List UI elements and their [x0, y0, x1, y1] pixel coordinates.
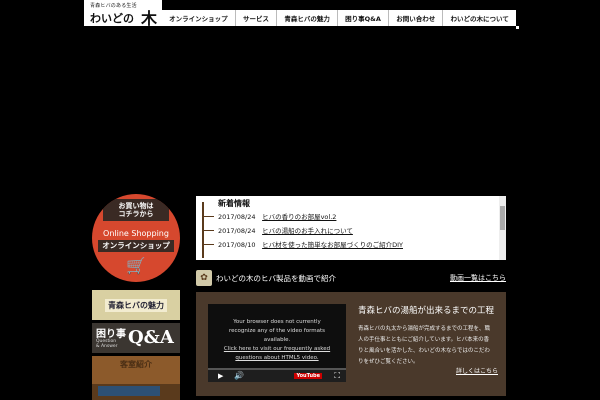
hiba-banner-label: 青森ヒバの魅力 [105, 298, 167, 312]
news-panel: 新着情報 2017/08/24 ヒバの香りのお部屋vol.2 2017/08/2… [196, 196, 506, 260]
shop-banner-jp: オンラインショップ [98, 240, 174, 252]
hiba-appeal-banner[interactable]: 青森ヒバの魅力 [92, 290, 180, 320]
nav-hiba-appeal[interactable]: 青森ヒバの魅力 [276, 10, 337, 26]
nav-qa[interactable]: 困り事Q&A [336, 10, 388, 26]
qa-banner[interactable]: 困り事 Question & Answer Q&A [92, 323, 180, 353]
news-item: 2017/08/24 ヒバの湯船のお手入れについて [218, 225, 353, 235]
shop-banner-header: お買い物は コチラから [103, 199, 169, 221]
nav-contact[interactable]: お問い合わせ [388, 10, 442, 26]
cart-icon: 🛒 [126, 256, 146, 275]
qa-banner-sub: Question & Answer [96, 339, 118, 349]
play-icon[interactable]: ▶ [218, 372, 223, 380]
global-nav: オンラインショップ サービス 青森ヒバの魅力 困り事Q&A お問い合わせ わいど… [162, 10, 516, 26]
video-list-link[interactable]: 動画一覧はこちら [450, 273, 506, 283]
shop-banner-en: Online Shopping [103, 229, 169, 238]
room-banner[interactable]: 客室紹介 [92, 356, 180, 400]
video-detail-link[interactable]: 詳しくはこちら [456, 366, 498, 375]
news-scrollbar[interactable] [499, 196, 506, 260]
logo-name: わいどの [90, 12, 134, 25]
news-heading: 新着情報 [218, 199, 250, 208]
video-section-header: ✿ わいどの木のヒバ製品を動画で紹介 動画一覧はこちら [196, 270, 506, 286]
room-bed [98, 386, 160, 396]
shop-banner-line2: コチラから [118, 210, 154, 218]
site-logo[interactable]: 青森ヒバのある生活 わいどの 木 [84, 0, 162, 28]
nav-about[interactable]: わいどの木について [442, 10, 516, 26]
shop-banner-line1: お買い物は [118, 202, 154, 210]
video-title: 青森ヒバの湯船が出来るまでの工程 [358, 306, 495, 316]
video-section-title: わいどの木のヒバ製品を動画で紹介 [216, 274, 336, 283]
nav-online-shop[interactable]: オンラインショップ [162, 10, 235, 26]
nav-service[interactable]: サービス [234, 10, 276, 26]
header-corner-mark [516, 26, 519, 29]
leaf-icon: ✿ [196, 270, 212, 286]
video-controls: ▶ 🔊 YouTube ⛶ [208, 370, 346, 382]
news-date: 2017/08/24 [218, 213, 256, 221]
tree-branch-decoration [204, 230, 214, 231]
room-banner-label: 客室紹介 [120, 360, 152, 369]
volume-icon[interactable]: 🔊 [234, 371, 244, 380]
video-info: 青森ヒバの湯船が出来るまでの工程 青森ヒバの丸太から湯船が完成するまでの工程を、… [358, 304, 498, 392]
tree-branch-decoration [204, 244, 214, 245]
news-title-link[interactable]: ヒバ材を使った簡単なお部屋づくりのご紹介DIY [262, 241, 403, 249]
html5-faq-link[interactable]: Click here to visit our frequently asked… [224, 346, 330, 361]
news-title-link[interactable]: ヒバの香りのお部屋vol.2 [262, 213, 336, 221]
fullscreen-icon[interactable]: ⛶ [334, 371, 340, 381]
qa-banner-qa: Q&A [128, 327, 174, 348]
youtube-logo[interactable]: YouTube [294, 373, 322, 379]
qa-banner-jp: 困り事 [96, 329, 126, 340]
logo-tagline: 青森ヒバのある生活 [90, 3, 137, 9]
logo-tree-character: 木 [141, 9, 158, 28]
news-date: 2017/08/24 [218, 227, 256, 235]
video-description: 青森ヒバの丸太から湯船が完成するまでの工程を、職人の手仕事とともにご紹介していま… [358, 326, 491, 365]
news-date: 2017/08/10 [218, 241, 256, 249]
news-title-link[interactable]: ヒバの湯船のお手入れについて [262, 227, 353, 235]
news-scrollbar-thumb[interactable] [500, 206, 505, 230]
news-item: 2017/08/10 ヒバ材を使った簡単なお部屋づくりのご紹介DIY [218, 239, 403, 249]
online-shop-banner[interactable]: お買い物は コチラから Online Shopping オンラインショップ 🛒 [92, 194, 180, 282]
news-item: 2017/08/24 ヒバの香りのお部屋vol.2 [218, 211, 336, 221]
video-player[interactable]: Your browser does not currently recogniz… [208, 304, 346, 382]
video-fallback-message: Your browser does not currently recogniz… [223, 319, 331, 361]
tree-branch-decoration [204, 216, 214, 217]
